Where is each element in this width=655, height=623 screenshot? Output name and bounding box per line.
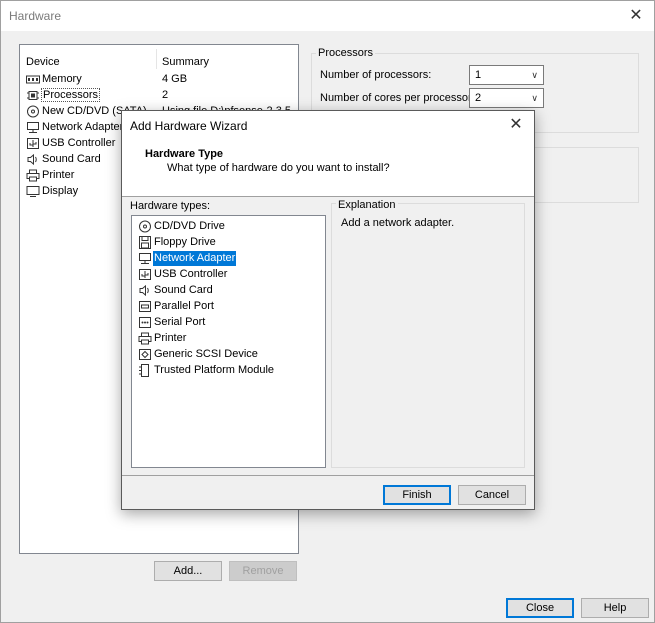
hardware-types-list[interactable]: CD/DVD Drive Floppy Drive Network Adapte… [131,215,326,468]
hardware-type-name: Printer [154,332,187,344]
cores-per-processor-select[interactable]: 2 ∨ [469,88,544,108]
wizard-header: Hardware Type What type of hardware do y… [122,139,534,197]
wizard-heading: Hardware Type [145,148,224,160]
scsi-icon [138,348,152,361]
device-row-processors[interactable]: Processors 2 [24,88,296,104]
num-processors-value: 1 [475,69,482,81]
device-summary: 2 [162,89,169,101]
explanation-text: Add a network adapter. [341,217,455,229]
close-icon[interactable]: ✕ [626,6,646,26]
serial-port-icon [138,316,152,329]
wizard-subheading: What type of hardware do you want to ins… [167,162,390,174]
column-summary[interactable]: Summary [162,56,209,68]
wizard-title-bar: Add Hardware Wizard ✕ [122,111,534,139]
device-name: Printer [42,169,75,181]
finish-button[interactable]: Finish [383,485,451,505]
cancel-button[interactable]: Cancel [458,485,526,505]
network-icon [26,121,40,134]
usb-icon [26,137,40,150]
floppy-icon [138,236,152,249]
hardware-type-name: Serial Port [154,316,206,328]
hardware-type-name: Trusted Platform Module [154,364,275,376]
hardware-type-name: Network Adapter [153,251,237,266]
sound-icon [26,153,40,166]
device-list-header: Device Summary [20,45,298,73]
device-name: Sound Card [42,153,101,165]
printer-icon [26,169,40,182]
hardware-types-label: Hardware types: [130,200,211,212]
remove-button[interactable]: Remove [229,561,297,581]
cd-icon [26,105,40,118]
processors-group-title: Processors [316,47,376,59]
printer-icon [138,332,152,345]
column-device[interactable]: Device [26,56,60,68]
display-icon [26,185,40,198]
chevron-down-icon: ∨ [531,93,538,103]
device-summary: 4 GB [162,73,188,85]
memory-icon [26,73,40,86]
title-bar: Hardware ✕ [1,1,654,31]
processor-icon [26,89,40,102]
device-name: USB Controller [42,137,116,149]
cores-per-processor-value: 2 [475,92,482,104]
usb-icon [138,268,152,281]
help-button[interactable]: Help [581,598,649,618]
hardware-type-name: CD/DVD Drive [154,220,225,232]
sound-icon [138,284,152,297]
num-processors-label: Number of processors: [320,69,432,81]
hardware-type-name: Generic SCSI Device [154,348,258,360]
device-name: Network Adapter [42,121,124,133]
hardware-type-name: Sound Card [154,284,213,296]
cores-per-processor-label: Number of cores per processor: [320,92,475,104]
chevron-down-icon: ∨ [531,70,538,80]
hardware-type-name: Floppy Drive [154,236,216,248]
close-icon[interactable]: ✕ [506,115,526,135]
device-row-memory[interactable]: Memory 4 GB [24,72,296,88]
device-name: Memory [42,73,82,85]
add-hardware-wizard-dialog: Add Hardware Wizard ✕ Hardware Type What… [121,110,535,510]
network-icon [138,252,152,265]
wizard-footer-separator [122,475,534,476]
window-title: Hardware [9,9,62,23]
hardware-type-name: Parallel Port [154,300,214,312]
wizard-title: Add Hardware Wizard [130,119,248,133]
hardware-type-name: USB Controller [154,268,228,280]
tpm-icon [138,364,152,377]
device-name: Display [42,185,79,197]
add-button[interactable]: Add... [154,561,222,581]
parallel-port-icon [138,300,152,313]
device-name: Processors [41,88,101,102]
cd-icon [138,220,152,233]
num-processors-select[interactable]: 1 ∨ [469,65,544,85]
explanation-group [331,203,525,468]
close-button[interactable]: Close [506,598,574,618]
explanation-title: Explanation [336,199,398,211]
